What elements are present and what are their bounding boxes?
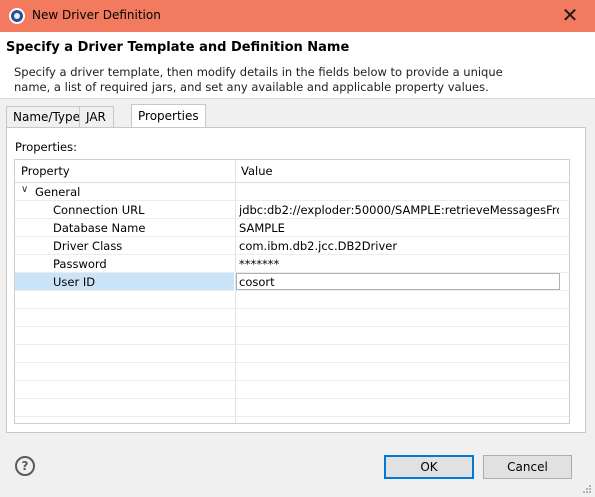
empty-row bbox=[15, 327, 569, 345]
resize-grip-icon[interactable] bbox=[582, 484, 592, 494]
table-row[interactable]: Password ******* bbox=[15, 255, 569, 273]
property-name: Password bbox=[53, 257, 107, 271]
window-title: New Driver Definition bbox=[32, 8, 161, 22]
table-row[interactable]: Database Name SAMPLE bbox=[15, 219, 569, 237]
properties-panel: Properties: Property Value ∨ General Con… bbox=[6, 127, 586, 433]
chevron-down-icon[interactable]: ∨ bbox=[21, 184, 28, 195]
property-name: Database Name bbox=[53, 221, 146, 235]
cancel-button[interactable]: Cancel bbox=[483, 455, 572, 479]
property-value[interactable]: cosort bbox=[239, 275, 559, 289]
close-icon[interactable]: ✕ bbox=[555, 3, 585, 27]
table-row[interactable]: Driver Class com.ibm.db2.jcc.DB2Driver bbox=[15, 237, 569, 255]
property-value[interactable]: com.ibm.db2.jcc.DB2Driver bbox=[239, 239, 559, 253]
empty-row bbox=[15, 363, 569, 381]
property-name: User ID bbox=[53, 275, 96, 289]
table-row[interactable]: Connection URL jdbc:db2://exploder:50000… bbox=[15, 201, 569, 219]
title-bar: New Driver Definition ✕ bbox=[0, 0, 595, 32]
property-value[interactable]: ******* bbox=[239, 257, 559, 271]
tab-properties[interactable]: Properties bbox=[131, 104, 206, 128]
property-value[interactable]: SAMPLE bbox=[239, 221, 559, 235]
help-icon[interactable]: ? bbox=[15, 456, 35, 476]
page-description: Specify a driver template, then modify d… bbox=[14, 65, 503, 94]
empty-row bbox=[15, 399, 569, 417]
ok-button[interactable]: OK bbox=[384, 455, 474, 479]
properties-table: Property Value ∨ General Connection URL … bbox=[14, 159, 570, 424]
tree-group-row[interactable]: ∨ General bbox=[15, 183, 569, 201]
empty-row bbox=[15, 309, 569, 327]
property-name: Driver Class bbox=[53, 239, 123, 253]
property-value[interactable]: jdbc:db2://exploder:50000/SAMPLE:retriev… bbox=[239, 203, 559, 217]
eclipse-app-icon bbox=[9, 8, 25, 24]
property-name: Connection URL bbox=[53, 203, 145, 217]
empty-row bbox=[15, 381, 569, 399]
group-label: General bbox=[35, 185, 81, 199]
column-header-value[interactable]: Value bbox=[241, 164, 273, 178]
tab-name-type[interactable]: Name/Type bbox=[6, 106, 88, 127]
properties-label: Properties: bbox=[15, 140, 77, 154]
table-header: Property Value bbox=[15, 160, 569, 183]
tab-jar-list[interactable]: JAR List bbox=[79, 106, 114, 144]
empty-row bbox=[15, 291, 569, 309]
page-title: Specify a Driver Template and Definition… bbox=[6, 40, 350, 55]
column-header-property[interactable]: Property bbox=[21, 164, 70, 178]
wizard-header: Specify a Driver Template and Definition… bbox=[0, 32, 595, 99]
table-row-selected[interactable]: User ID cosort bbox=[15, 273, 569, 291]
empty-row bbox=[15, 345, 569, 363]
